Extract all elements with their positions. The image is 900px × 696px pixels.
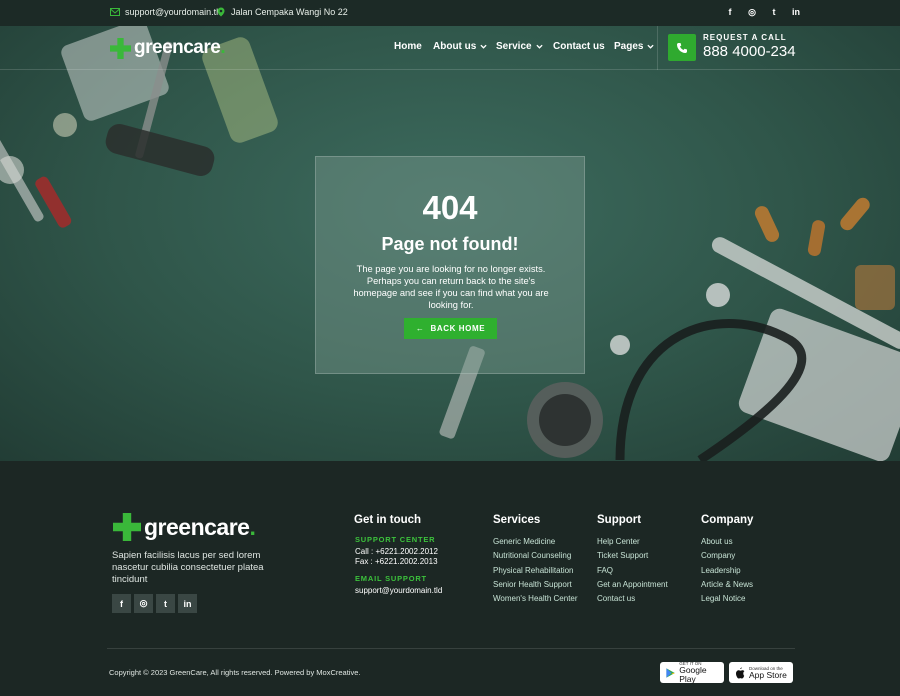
topbar-social-links: f ◎ t in	[724, 6, 802, 18]
linkedin-icon[interactable]: in	[178, 594, 197, 613]
hero-banner: support@yourdomain.tld Jalan Cempaka Wan…	[0, 0, 900, 461]
footer-link-company[interactable]: About us	[701, 537, 733, 546]
call-button[interactable]	[668, 34, 696, 61]
twitter-icon[interactable]: t	[156, 594, 175, 613]
google-play-icon	[666, 667, 675, 678]
nav-item-label: Service	[496, 41, 532, 52]
chevron-down-icon	[480, 44, 487, 49]
footer-link-support[interactable]: Get an Appointment	[597, 580, 668, 589]
apple-icon	[736, 667, 745, 678]
app-store-label: App Store	[749, 669, 787, 680]
footer-link-company[interactable]: Leadership	[701, 566, 741, 575]
support-email[interactable]: support@yourdomain.tld	[355, 586, 442, 596]
google-play-label: Google Play	[679, 665, 707, 684]
logo[interactable]: greencare.	[110, 37, 226, 59]
nav-item-label: About us	[433, 41, 477, 52]
footer-link-services[interactable]: Senior Health Support	[493, 580, 572, 589]
nav-item-pages[interactable]: Pages	[614, 41, 655, 52]
nav-item-home[interactable]: Home	[394, 41, 422, 52]
support-heading: Support	[597, 514, 642, 526]
error-title: Page not found!	[381, 234, 519, 254]
medical-cross-icon	[110, 37, 131, 59]
footer-link-support[interactable]: Ticket Support	[597, 551, 648, 560]
chevron-down-icon	[535, 44, 543, 49]
twitter-icon[interactable]: t	[768, 6, 780, 18]
footer-link-services[interactable]: Women's Health Center	[493, 594, 578, 603]
error-code: 404	[422, 189, 478, 226]
facebook-icon[interactable]: f	[112, 594, 131, 613]
envelope-icon	[110, 8, 120, 16]
google-play-button[interactable]: GET IT ON Google Play	[660, 661, 724, 684]
logo-dot: .	[220, 37, 226, 58]
copyright-text: Copyright © 2023 GreenCare, All rights r…	[109, 668, 361, 677]
footer-link-company[interactable]: Article & News	[701, 580, 753, 589]
main-navigation: greencare. Home About us Service Contact…	[0, 26, 900, 70]
topbar-address: Jalan Cempaka Wangi No 22	[216, 7, 348, 17]
medical-cross-icon	[113, 513, 141, 541]
support-center-label: SUPPORT CENTER	[355, 535, 436, 544]
services-heading: Services	[493, 514, 541, 526]
footer-description: Sapien facilisis lacus per sed lorem nas…	[112, 550, 264, 585]
back-home-button[interactable]: ← BACK HOME	[404, 318, 497, 339]
error-message: The page you are looking for no longer e…	[353, 264, 549, 310]
phone-icon	[677, 42, 687, 53]
support-fax: Fax : +6221.2002.2013	[355, 557, 438, 566]
footer-link-support[interactable]: Contact us	[597, 594, 635, 603]
footer-logo[interactable]: greencare.	[113, 513, 256, 541]
map-pin-icon	[217, 7, 225, 17]
linkedin-icon[interactable]: in	[790, 6, 802, 18]
company-heading: Company	[701, 514, 754, 526]
nav-item-contact[interactable]: Contact us	[553, 41, 605, 52]
facebook-icon[interactable]: f	[724, 6, 736, 18]
footer-link-services[interactable]: Nutritional Counseling	[493, 551, 571, 560]
footer-link-support[interactable]: FAQ	[597, 566, 613, 575]
footer-logo-dot: .	[249, 513, 256, 540]
footer-link-company[interactable]: Legal Notice	[701, 594, 745, 603]
footer-link-company[interactable]: Company	[701, 551, 735, 560]
footer-link-services[interactable]: Generic Medicine	[493, 537, 555, 546]
footer-logo-text: greencare	[144, 513, 250, 540]
nav-item-label: Contact us	[553, 41, 605, 52]
arrow-left-icon: ←	[415, 324, 425, 333]
phone-number[interactable]: 888 4000-234	[703, 43, 796, 60]
nav-item-label: Pages	[614, 41, 644, 52]
topbar-address-text: Jalan Cempaka Wangi No 22	[231, 7, 348, 17]
support-call: Call : +6221.2002.2012	[355, 547, 438, 556]
get-in-touch-heading: Get in touch	[354, 514, 422, 526]
error-card: 404 Page not found! The page you are loo…	[315, 156, 585, 374]
footer-link-services[interactable]: Physical Rehabilitation	[493, 566, 574, 575]
request-call-label: REQUEST A CALL	[703, 33, 787, 42]
nav-item-label: Home	[394, 41, 422, 52]
nav-item-service[interactable]: Service	[496, 41, 543, 52]
instagram-icon[interactable]: ◎	[746, 6, 758, 18]
email-support-label: EMAIL SUPPORT	[355, 574, 427, 583]
topbar-email-text: support@yourdomain.tld	[125, 7, 224, 17]
site-footer: greencare. Sapien facilisis lacus per se…	[0, 461, 900, 696]
top-bar: support@yourdomain.tld Jalan Cempaka Wan…	[0, 0, 900, 26]
logo-text: greencare	[134, 37, 221, 58]
footer-social-links: f ◎ t in	[112, 594, 197, 613]
chevron-down-icon	[647, 44, 655, 49]
nav-item-about[interactable]: About us	[433, 41, 487, 52]
instagram-icon[interactable]: ◎	[134, 594, 153, 613]
app-store-button[interactable]: Download on the App Store	[729, 662, 793, 683]
back-home-label: BACK HOME	[430, 324, 486, 333]
footer-divider	[107, 648, 795, 649]
nav-divider	[657, 26, 658, 70]
topbar-email[interactable]: support@yourdomain.tld	[110, 7, 223, 17]
footer-link-support[interactable]: Help Center	[597, 537, 640, 546]
